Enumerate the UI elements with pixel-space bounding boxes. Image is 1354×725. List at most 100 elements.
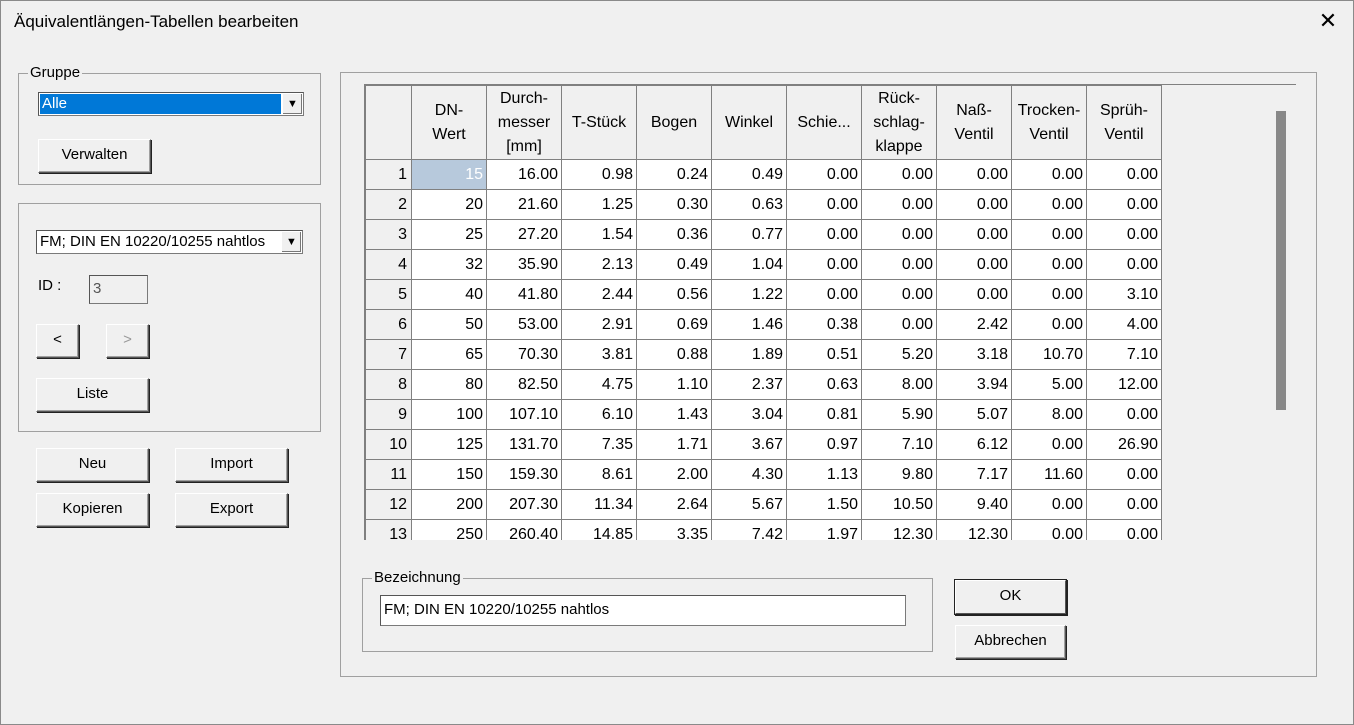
table-cell[interactable]: 0.00 — [1011, 489, 1087, 520]
table-cell[interactable]: 32 — [411, 249, 487, 280]
table-cell[interactable]: 0.81 — [786, 399, 862, 430]
table-cell[interactable]: 0.00 — [1086, 399, 1162, 430]
table-cell[interactable]: 6.10 — [561, 399, 637, 430]
table-cell[interactable]: 3.67 — [711, 429, 787, 460]
table-row[interactable]: 4 32 35.90 2.13 0.49 1.04 0.00 0.00 0.00 0.00 0.00 — [365, 249, 1162, 280]
row-header[interactable]: 3 — [365, 219, 412, 250]
table-cell[interactable]: 20 — [411, 189, 487, 220]
table-row[interactable]: 1 15 16.00 0.98 0.24 0.49 0.00 0.00 0.00 0.00 0.00 — [365, 159, 1162, 190]
copy-button[interactable]: Kopieren — [36, 493, 149, 527]
table-cell[interactable]: 9.40 — [936, 489, 1012, 520]
column-header[interactable]: Durch-messer [mm] — [486, 85, 562, 160]
table-cell[interactable]: 4.00 — [1086, 309, 1162, 340]
table-row[interactable]: 3 25 27.20 1.54 0.36 0.77 0.00 0.00 0.00 0.00 0.00 — [365, 219, 1162, 250]
table-cell[interactable]: 0.00 — [1011, 249, 1087, 280]
table-row[interactable]: 7 65 70.30 3.81 0.88 1.89 0.51 5.20 3.18 10.70 7.1… — [365, 339, 1162, 370]
table-cell[interactable]: 0.51 — [786, 339, 862, 370]
row-header[interactable]: 8 — [365, 369, 412, 400]
row-header[interactable]: 2 — [365, 189, 412, 220]
table-cell[interactable]: 159.30 — [486, 459, 562, 490]
table-cell[interactable]: 2.91 — [561, 309, 637, 340]
table-cell[interactable]: 150 — [411, 459, 487, 490]
table-cell[interactable]: 10.70 — [1011, 339, 1087, 370]
table-cell[interactable]: 3.94 — [936, 369, 1012, 400]
close-icon[interactable]: ✕ — [1316, 10, 1340, 34]
table-cell[interactable]: 0.00 — [861, 159, 937, 190]
table-cell[interactable]: 1.22 — [711, 279, 787, 310]
table-cell[interactable]: 0.98 — [561, 159, 637, 190]
table-cell[interactable]: 200 — [411, 489, 487, 520]
table-cell[interactable]: 5.07 — [936, 399, 1012, 430]
table-cell[interactable]: 1.25 — [561, 189, 637, 220]
table-cell[interactable]: 1.04 — [711, 249, 787, 280]
table-cell[interactable]: 2.00 — [636, 459, 712, 490]
table-cell[interactable]: 0.00 — [861, 219, 937, 250]
table-cell[interactable]: 35.90 — [486, 249, 562, 280]
table-row[interactable]: 12 200 207.30 11.34 2.64 5.67 1.50 10.50 9.40 0.0… — [365, 489, 1162, 520]
table-cell[interactable]: 25 — [411, 219, 487, 250]
table-row[interactable]: 6 50 53.00 2.91 0.69 1.46 0.38 0.00 2.42 0.00 4.00 — [365, 309, 1162, 340]
table-cell[interactable]: 2.37 — [711, 369, 787, 400]
table-cell[interactable]: 131.70 — [486, 429, 562, 460]
table-cell[interactable]: 3.81 — [561, 339, 637, 370]
column-header[interactable]: T-Stück — [561, 85, 637, 160]
table-cell[interactable]: 15 — [411, 159, 487, 190]
table-row[interactable]: 13 250 260.40 14.85 3.35 7.42 1.97 12.30 12.30 0.… — [365, 519, 1162, 540]
row-header[interactable]: 7 — [365, 339, 412, 370]
column-header[interactable]: Trocken- Ventil — [1011, 85, 1087, 160]
equivalent-length-grid[interactable]: DN- Wert Durch-messer [mm] T-Stück Bogen Winke… — [364, 84, 1296, 540]
table-cell[interactable]: 1.10 — [636, 369, 712, 400]
table-cell[interactable]: 260.40 — [486, 519, 562, 540]
table-cell[interactable]: 0.00 — [1086, 159, 1162, 190]
table-cell[interactable]: 80 — [411, 369, 487, 400]
table-cell[interactable]: 0.00 — [936, 279, 1012, 310]
row-header[interactable]: 10 — [365, 429, 412, 460]
table-cell[interactable]: 3.04 — [711, 399, 787, 430]
table-cell[interactable]: 0.49 — [711, 159, 787, 190]
table-row[interactable]: 9 100 107.10 6.10 1.43 3.04 0.81 5.90 5.07 8.00 0.… — [365, 399, 1162, 430]
table-cell[interactable]: 12.30 — [936, 519, 1012, 540]
table-cell[interactable]: 40 — [411, 279, 487, 310]
column-header[interactable]: Sprüh- Ventil — [1086, 85, 1162, 160]
column-header[interactable]: Rück-schlag-klappe — [861, 85, 937, 160]
table-cell[interactable]: 1.43 — [636, 399, 712, 430]
export-button[interactable]: Export — [175, 493, 288, 527]
row-header[interactable]: 5 — [365, 279, 412, 310]
table-cell[interactable]: 1.46 — [711, 309, 787, 340]
table-cell[interactable]: 6.12 — [936, 429, 1012, 460]
table-cell[interactable]: 0.56 — [636, 279, 712, 310]
table-cell[interactable]: 125 — [411, 429, 487, 460]
table-cell[interactable]: 11.60 — [1011, 459, 1087, 490]
table-cell[interactable]: 0.00 — [861, 249, 937, 280]
next-button[interactable]: > — [106, 324, 149, 358]
table-cell[interactable]: 0.77 — [711, 219, 787, 250]
table-cell[interactable]: 3.10 — [1086, 279, 1162, 310]
table-cell[interactable]: 1.89 — [711, 339, 787, 370]
table-cell[interactable]: 0.88 — [636, 339, 712, 370]
list-button[interactable]: Liste — [36, 378, 149, 412]
table-cell[interactable]: 70.30 — [486, 339, 562, 370]
manage-group-button[interactable]: Verwalten — [38, 139, 151, 173]
table-cell[interactable]: 12.00 — [1086, 369, 1162, 400]
table-cell[interactable]: 100 — [411, 399, 487, 430]
table-select[interactable]: FM; DIN EN 10220/10255 nahtlos ▼ — [36, 230, 303, 254]
table-cell[interactable]: 0.36 — [636, 219, 712, 250]
table-cell[interactable]: 0.00 — [1011, 429, 1087, 460]
table-row[interactable]: 5 40 41.80 2.44 0.56 1.22 0.00 0.00 0.00 0.00 3.10 — [365, 279, 1162, 310]
table-cell[interactable]: 0.00 — [936, 159, 1012, 190]
table-cell[interactable]: 0.00 — [936, 189, 1012, 220]
table-cell[interactable]: 50 — [411, 309, 487, 340]
table-cell[interactable]: 1.50 — [786, 489, 862, 520]
table-cell[interactable]: 3.35 — [636, 519, 712, 540]
table-cell[interactable]: 5.67 — [711, 489, 787, 520]
table-cell[interactable]: 0.24 — [636, 159, 712, 190]
table-cell[interactable]: 0.30 — [636, 189, 712, 220]
table-cell[interactable]: 12.30 — [861, 519, 937, 540]
table-cell[interactable]: 107.10 — [486, 399, 562, 430]
table-cell[interactable]: 0.00 — [861, 279, 937, 310]
table-cell[interactable]: 7.17 — [936, 459, 1012, 490]
table-cell[interactable]: 10.50 — [861, 489, 937, 520]
prev-button[interactable]: < — [36, 324, 79, 358]
table-cell[interactable]: 7.42 — [711, 519, 787, 540]
table-cell[interactable]: 8.00 — [1011, 399, 1087, 430]
